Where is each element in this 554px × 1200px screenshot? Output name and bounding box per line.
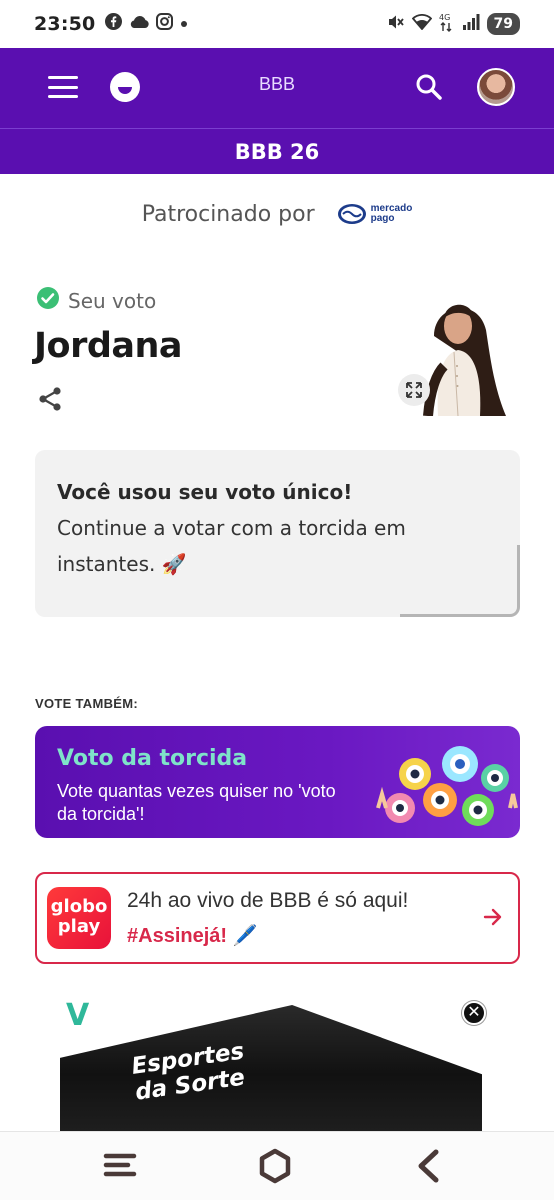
status-time: 23:50 (34, 13, 96, 35)
network-4g-icon: 4G (439, 12, 455, 37)
header-title: BBB (258, 74, 296, 94)
box-corner-shadow (400, 545, 520, 617)
section-title: BBB 26 (234, 139, 320, 164)
voto-da-torcida-banner[interactable]: Voto da torcida Vote quantas vezes quise… (35, 726, 520, 838)
candidate-name: Jordana (34, 326, 183, 366)
section-bar[interactable]: BBB 26 (0, 128, 554, 174)
globoplay-logo: globo play (47, 887, 111, 949)
battery-level: 79 (486, 13, 520, 35)
check-circle-icon (36, 286, 60, 315)
logo-line-2: play (57, 916, 101, 937)
advertisement-banner[interactable] (60, 1005, 482, 1131)
logo-line-1: globo (50, 896, 108, 917)
arrow-right-icon[interactable] (482, 906, 504, 933)
signal-icon (462, 13, 480, 36)
user-avatar[interactable] (477, 68, 515, 106)
vote-also-heading: VOTE TAMBÉM: (35, 696, 139, 711)
sponsor-row: Patrocinado por mercado pago (0, 196, 554, 232)
instagram-icon (156, 13, 174, 35)
back-icon[interactable] (412, 1148, 446, 1189)
sponsor-label: Patrocinado por (141, 201, 315, 227)
globoplay-banner[interactable]: globo play 24h ao vivo de BBB é só aqui!… (35, 872, 520, 964)
vote-message-box: Você usou seu voto único! Continue a vot… (35, 450, 520, 617)
close-icon[interactable]: ✕ (462, 1001, 486, 1025)
candidate-photo[interactable] (416, 296, 520, 416)
torcida-title: Voto da torcida (57, 746, 248, 771)
torcida-text: Vote quantas vezes quiser no 'voto da to… (57, 781, 336, 824)
vote-status-label: Seu voto (68, 288, 157, 313)
cloud-icon (129, 15, 150, 34)
dot-icon (180, 15, 188, 33)
ad-badge: V (66, 998, 90, 1033)
mute-icon (387, 13, 405, 36)
system-nav-bar (0, 1131, 554, 1200)
globoplay-cta: #Assinejá! 🖊️ (127, 925, 258, 947)
expand-icon[interactable] (398, 374, 430, 406)
eye-characters-illustration (370, 738, 520, 838)
brand-line-2: pago (370, 213, 395, 224)
status-bar: 23:50 4G 79 (0, 0, 554, 48)
globoplay-headline: 24h ao vivo de BBB é só aqui! (127, 889, 409, 912)
vote-status: Seu voto (36, 286, 156, 315)
facebook-icon (105, 13, 123, 35)
wifi-icon (411, 13, 432, 35)
search-icon[interactable] (414, 72, 444, 107)
svg-text:4G: 4G (439, 13, 450, 22)
mercado-pago-logo[interactable]: mercado pago (337, 203, 412, 225)
share-icon[interactable] (37, 386, 63, 417)
home-icon[interactable] (257, 1148, 293, 1189)
recents-icon[interactable] (103, 1148, 137, 1187)
app-header: BBB (0, 48, 554, 128)
message-title: Você usou seu voto único! (57, 480, 353, 504)
handshake-icon (337, 204, 366, 224)
